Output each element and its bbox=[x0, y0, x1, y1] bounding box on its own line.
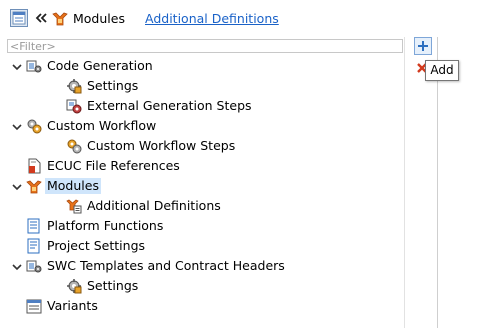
filter-input[interactable] bbox=[7, 39, 403, 53]
tree-item[interactable]: Platform Functions bbox=[0, 216, 404, 236]
add-tooltip: Add bbox=[425, 60, 459, 81]
tree-item[interactable]: Custom Workflow bbox=[0, 116, 404, 136]
tree-item-label: Modules bbox=[45, 178, 101, 194]
external-generation-icon bbox=[66, 98, 82, 114]
custom-workflow-icon bbox=[26, 118, 42, 134]
tree-item[interactable]: SWC Templates and Contract Headers bbox=[0, 256, 404, 276]
chevron-down-icon[interactable] bbox=[12, 181, 22, 191]
tree-item[interactable]: Additional Definitions bbox=[0, 196, 404, 216]
tree-item-label: Custom Workflow bbox=[47, 118, 157, 133]
tree-item-label: Settings bbox=[87, 78, 139, 93]
settings-icon bbox=[66, 78, 82, 94]
tree-item[interactable]: Modules bbox=[0, 176, 404, 196]
breadcrumb-link-additional-definitions[interactable]: Additional Definitions bbox=[145, 11, 279, 26]
tree-item[interactable]: Custom Workflow Steps bbox=[0, 136, 404, 156]
swc-templates-icon bbox=[26, 258, 42, 274]
tree-item[interactable]: Project Settings bbox=[0, 236, 404, 256]
tree-item-label: ECUC File References bbox=[47, 158, 180, 173]
tree-item-label: SWC Templates and Contract Headers bbox=[47, 258, 285, 273]
tree-item[interactable]: Code Generation bbox=[0, 56, 404, 76]
tree-item-label: Platform Functions bbox=[47, 218, 164, 233]
tree-item-label: Additional Definitions bbox=[87, 198, 221, 213]
back-chevrons-icon[interactable] bbox=[32, 9, 50, 27]
tree-item[interactable]: Settings bbox=[0, 76, 404, 96]
tree-item-label: Custom Workflow Steps bbox=[87, 138, 236, 153]
additional-definitions-icon bbox=[66, 198, 82, 214]
tree-item[interactable]: External Generation Steps bbox=[0, 96, 404, 116]
tree-item-label: External Generation Steps bbox=[87, 98, 252, 113]
add-icon bbox=[414, 37, 432, 55]
breadcrumb-current: Modules bbox=[73, 11, 125, 26]
workflow-steps-icon bbox=[66, 138, 82, 154]
breadcrumb-header: Modules Additional Definitions bbox=[0, 0, 480, 37]
chevron-down-icon[interactable] bbox=[12, 61, 22, 71]
tree-item-label: Project Settings bbox=[47, 238, 146, 253]
settings-icon bbox=[66, 278, 82, 294]
tree-item-label: Code Generation bbox=[47, 58, 153, 73]
code-generation-icon bbox=[26, 58, 42, 74]
show-tree-icon[interactable] bbox=[10, 9, 28, 27]
pane-divider[interactable] bbox=[404, 37, 405, 328]
variants-icon bbox=[26, 298, 42, 314]
modules-icon bbox=[26, 178, 42, 194]
tree-item-label: Variants bbox=[47, 298, 98, 313]
chevron-down-icon[interactable] bbox=[12, 261, 22, 271]
tree-item[interactable]: Settings bbox=[0, 276, 404, 296]
project-settings-icon bbox=[26, 238, 42, 254]
configuration-tree-pane: Code Generation Settings External Generati… bbox=[0, 37, 404, 328]
modules-icon bbox=[51, 9, 69, 27]
tree-item[interactable]: Variants bbox=[0, 296, 404, 316]
ecuc-file-icon bbox=[26, 158, 42, 174]
platform-functions-icon bbox=[26, 218, 42, 234]
chevron-down-icon[interactable] bbox=[12, 121, 22, 131]
tree-item-label: Settings bbox=[87, 278, 139, 293]
add-button[interactable] bbox=[414, 37, 432, 55]
tree-item[interactable]: ECUC File References bbox=[0, 156, 404, 176]
